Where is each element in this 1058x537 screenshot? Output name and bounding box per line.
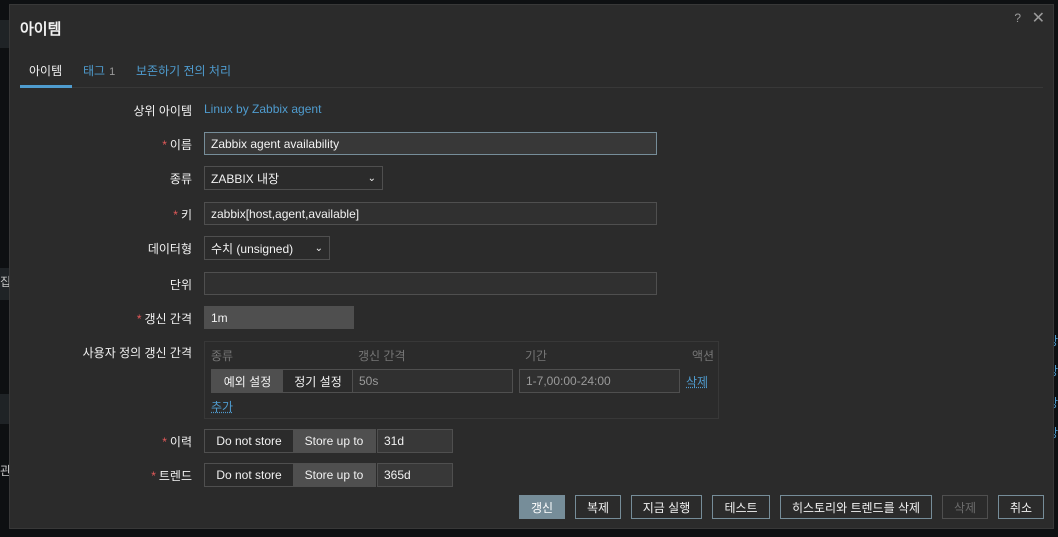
column-header-interval: 갱신 간격 (358, 349, 406, 363)
parent-item-link[interactable]: Linux by Zabbix agent (204, 102, 321, 116)
scheduling-option[interactable]: 정기 설정 (283, 370, 353, 392)
clone-button[interactable]: 복제 (575, 495, 621, 519)
trends-store-up-to[interactable]: Store up to (293, 464, 375, 486)
key-field[interactable]: zabbix[host,agent,available] (204, 202, 657, 225)
test-button[interactable]: 테스트 (712, 495, 770, 519)
units-label: 단위 (169, 278, 192, 292)
tab-count: 1 (109, 66, 116, 78)
trends-label: * 트렌드 (151, 469, 192, 483)
type-select[interactable]: ZABBIX 내장 ⌄ (204, 166, 383, 190)
tab-label: 보존하기 전의 처리 (136, 64, 231, 78)
custom-period-input[interactable]: 1-7,00:00-24:00 (519, 369, 680, 393)
remove-interval-link[interactable]: 삭제 (686, 373, 708, 390)
data-type-label: 데이터형 (147, 242, 192, 256)
history-toggle: Do not store Store up to (204, 429, 376, 453)
column-header-type: 종류 (211, 349, 234, 363)
required-mark: * (162, 435, 167, 449)
tab-label: 아이템 (29, 64, 63, 78)
background-row (0, 20, 9, 48)
history-do-not-store[interactable]: Do not store (205, 430, 293, 452)
close-icon[interactable]: ✕ (1032, 8, 1045, 28)
delete-button: 삭제 (942, 495, 988, 519)
key-label: * 키 (173, 208, 192, 222)
tab-bar: 아이템 태그 1 보존하기 전의 처리 (20, 61, 1043, 88)
trends-toggle: Do not store Store up to (204, 463, 376, 487)
required-mark: * (162, 138, 167, 152)
update-interval-label: * 갱신 간격 (136, 312, 192, 326)
required-mark: * (173, 208, 178, 222)
required-mark: * (151, 469, 156, 483)
tab-item[interactable]: 아이템 (20, 61, 72, 88)
update-interval-field[interactable]: 1m (204, 306, 354, 329)
name-label: * 이름 (162, 138, 192, 152)
tab-label: 태그 (83, 64, 106, 78)
chevron-down-icon: ⌄ (367, 172, 376, 184)
type-label: 종류 (169, 172, 192, 186)
custom-intervals-label: 사용자 정의 갱신 간격 (82, 346, 192, 360)
history-period-field[interactable]: 31d (377, 429, 453, 453)
interval-type-toggle: 예외 설정 정기 설정 (211, 369, 354, 393)
tab-preprocessing[interactable]: 보존하기 전의 처리 (136, 61, 231, 88)
column-header-action: 액션 (692, 349, 715, 363)
column-header-period: 기간 (525, 349, 548, 363)
history-label: * 이력 (162, 435, 192, 449)
custom-intervals-table: 종류 갱신 간격 기간 액션 예외 설정 정기 설정 50s 1-7,00:00… (204, 341, 719, 419)
cancel-button[interactable]: 취소 (998, 495, 1044, 519)
data-type-select[interactable]: 수치 (unsigned) ⌄ (204, 236, 330, 260)
data-type-select-value: 수치 (unsigned) (211, 241, 294, 256)
type-select-value: ZABBIX 내장 (211, 171, 280, 186)
history-store-up-to[interactable]: Store up to (293, 430, 375, 452)
item-dialog: 아이템 ? ✕ 아이템 태그 1 보존하기 전의 처리 상위 아이템 Linux … (9, 4, 1054, 529)
add-interval-link[interactable]: 추가 (211, 398, 233, 415)
help-icon[interactable]: ? (1014, 11, 1021, 25)
chevron-down-icon: ⌄ (314, 242, 323, 254)
custom-interval-input[interactable]: 50s (352, 369, 513, 393)
tab-tags[interactable]: 태그 1 (83, 61, 115, 88)
execute-now-button[interactable]: 지금 실행 (631, 495, 702, 519)
units-field[interactable] (204, 272, 657, 295)
required-mark: * (136, 312, 142, 326)
name-field[interactable]: Zabbix agent availability (204, 132, 657, 155)
background-row (0, 394, 9, 424)
trends-period-field[interactable]: 365d (377, 463, 453, 487)
parent-item-label: 상위 아이템 (133, 104, 192, 118)
update-button[interactable]: 갱신 (519, 495, 565, 519)
flexible-option[interactable]: 예외 설정 (212, 370, 283, 392)
clear-history-button[interactable]: 히스토리와 트렌드를 삭제 (780, 495, 932, 519)
trends-do-not-store[interactable]: Do not store (205, 464, 293, 486)
dialog-title: 아이템 (20, 21, 62, 38)
